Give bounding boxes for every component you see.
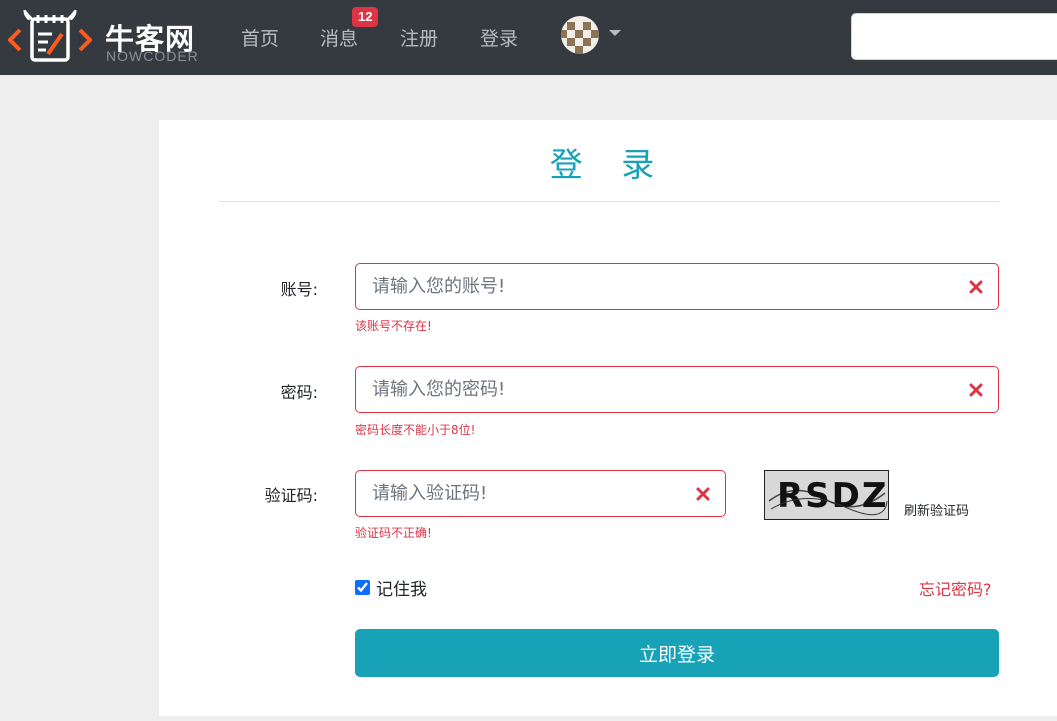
avatar-pixel-icon [561,16,599,54]
password-label: 密码: [280,383,318,402]
password-error: 密码长度不能小于8位! [355,423,476,437]
login-card [159,120,1057,716]
account-error: 该账号不存在! [355,319,432,333]
top-navbar: 牛客网 NOWCODER 首页 消息 12 注册 登录 [0,0,1057,75]
captcha-input[interactable] [356,471,725,516]
logo-text-en: NOWCODER [106,48,199,64]
nav-messages[interactable]: 消息 [320,24,358,51]
captcha-image[interactable]: RSDZ [764,470,889,520]
logo-notebook-icon [8,10,92,62]
captcha-error: 验证码不正确! [355,526,432,540]
captcha-text: RSDZ [777,476,888,516]
captcha-label: 验证码: [264,486,318,505]
account-field [355,263,999,310]
nav-register[interactable]: 注册 [400,24,438,51]
login-title: 登 录 [549,145,669,184]
password-invalid-x-icon [969,383,983,397]
user-avatar[interactable] [561,16,599,54]
captcha-invalid-x-icon [696,487,710,501]
message-count-badge: 12 [352,7,379,27]
remember-me-label: 记住我 [376,580,427,600]
title-divider [219,201,999,202]
account-label: 账号: [280,280,318,299]
nav-search-input[interactable] [851,13,1057,60]
user-menu-chevron-down-icon[interactable] [609,30,621,36]
nav-home[interactable]: 首页 [241,24,279,51]
password-field [355,366,999,413]
account-invalid-x-icon [969,280,983,294]
remember-me-checkbox[interactable] [355,580,370,595]
nowcoder-logo[interactable]: 牛客网 NOWCODER [8,10,198,66]
login-submit-button[interactable]: 立即登录 [355,629,999,677]
nav-login[interactable]: 登录 [480,24,518,51]
forgot-password-link[interactable]: 忘记密码? [919,576,992,600]
account-input[interactable] [356,264,998,309]
refresh-captcha-link[interactable]: 刷新验证码 [904,500,969,519]
captcha-field [355,470,726,517]
remember-me[interactable]: 记住我 [355,575,427,600]
password-input[interactable] [356,367,998,412]
